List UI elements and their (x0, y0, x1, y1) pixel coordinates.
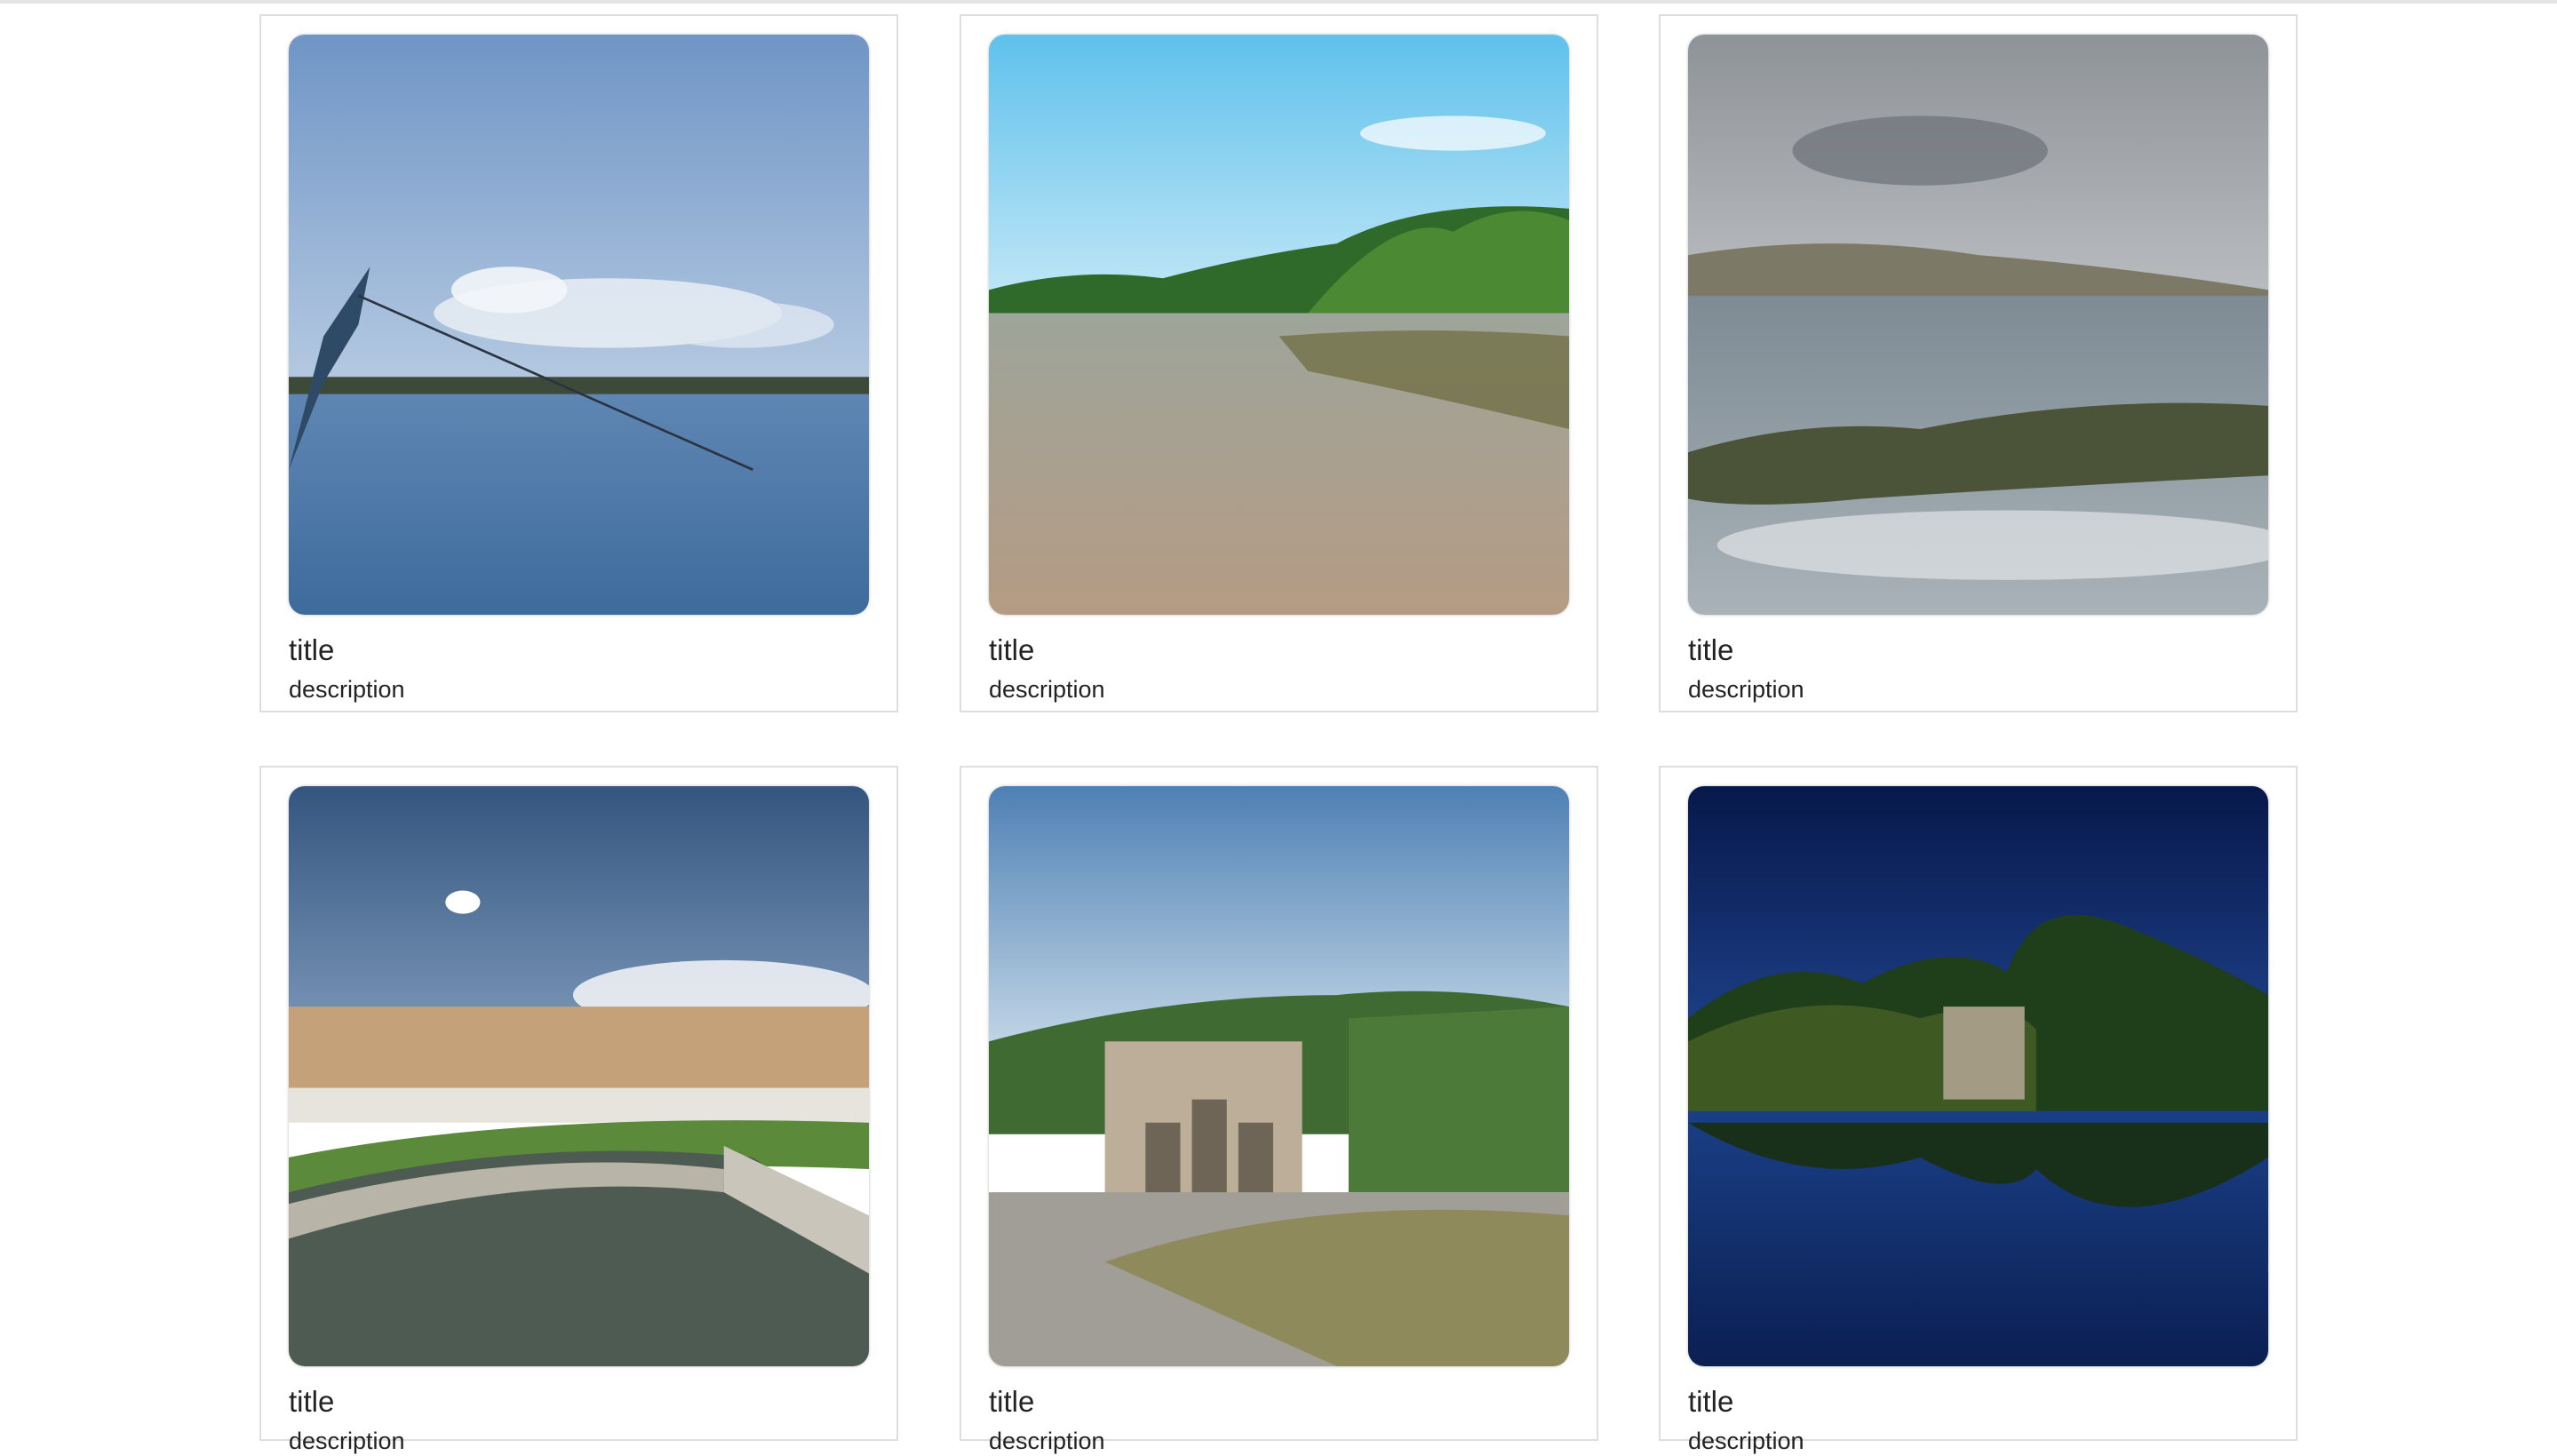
photo-thumbnail[interactable] (289, 35, 869, 615)
card-description: description (989, 676, 1105, 703)
card-title: title (1688, 633, 1734, 666)
photo-card[interactable]: title description (259, 14, 898, 712)
card-description: description (989, 1428, 1105, 1454)
card-description: description (1688, 1428, 1804, 1454)
photo-card[interactable]: title description (960, 766, 1598, 1454)
card-title: title (989, 633, 1035, 666)
photo-grid: title description title description titl… (0, 0, 2557, 1454)
card-title: title (289, 1385, 335, 1418)
photo-card[interactable]: title description (1659, 766, 2298, 1454)
card-title: title (289, 633, 335, 666)
photo-card[interactable]: title description (259, 766, 898, 1454)
photo-card[interactable]: title description (1659, 14, 2298, 712)
photo-thumbnail[interactable] (1688, 35, 2268, 615)
photo-thumbnail[interactable] (1688, 786, 2268, 1366)
card-description: description (1688, 676, 1804, 703)
photo-thumbnail[interactable] (989, 35, 1569, 615)
card-description: description (289, 676, 405, 703)
card-description: description (289, 1428, 405, 1454)
photo-thumbnail[interactable] (989, 786, 1569, 1366)
photo-thumbnail[interactable] (289, 786, 869, 1366)
photo-card[interactable]: title description (960, 14, 1598, 712)
card-title: title (989, 1385, 1035, 1418)
card-title: title (1688, 1385, 1734, 1418)
